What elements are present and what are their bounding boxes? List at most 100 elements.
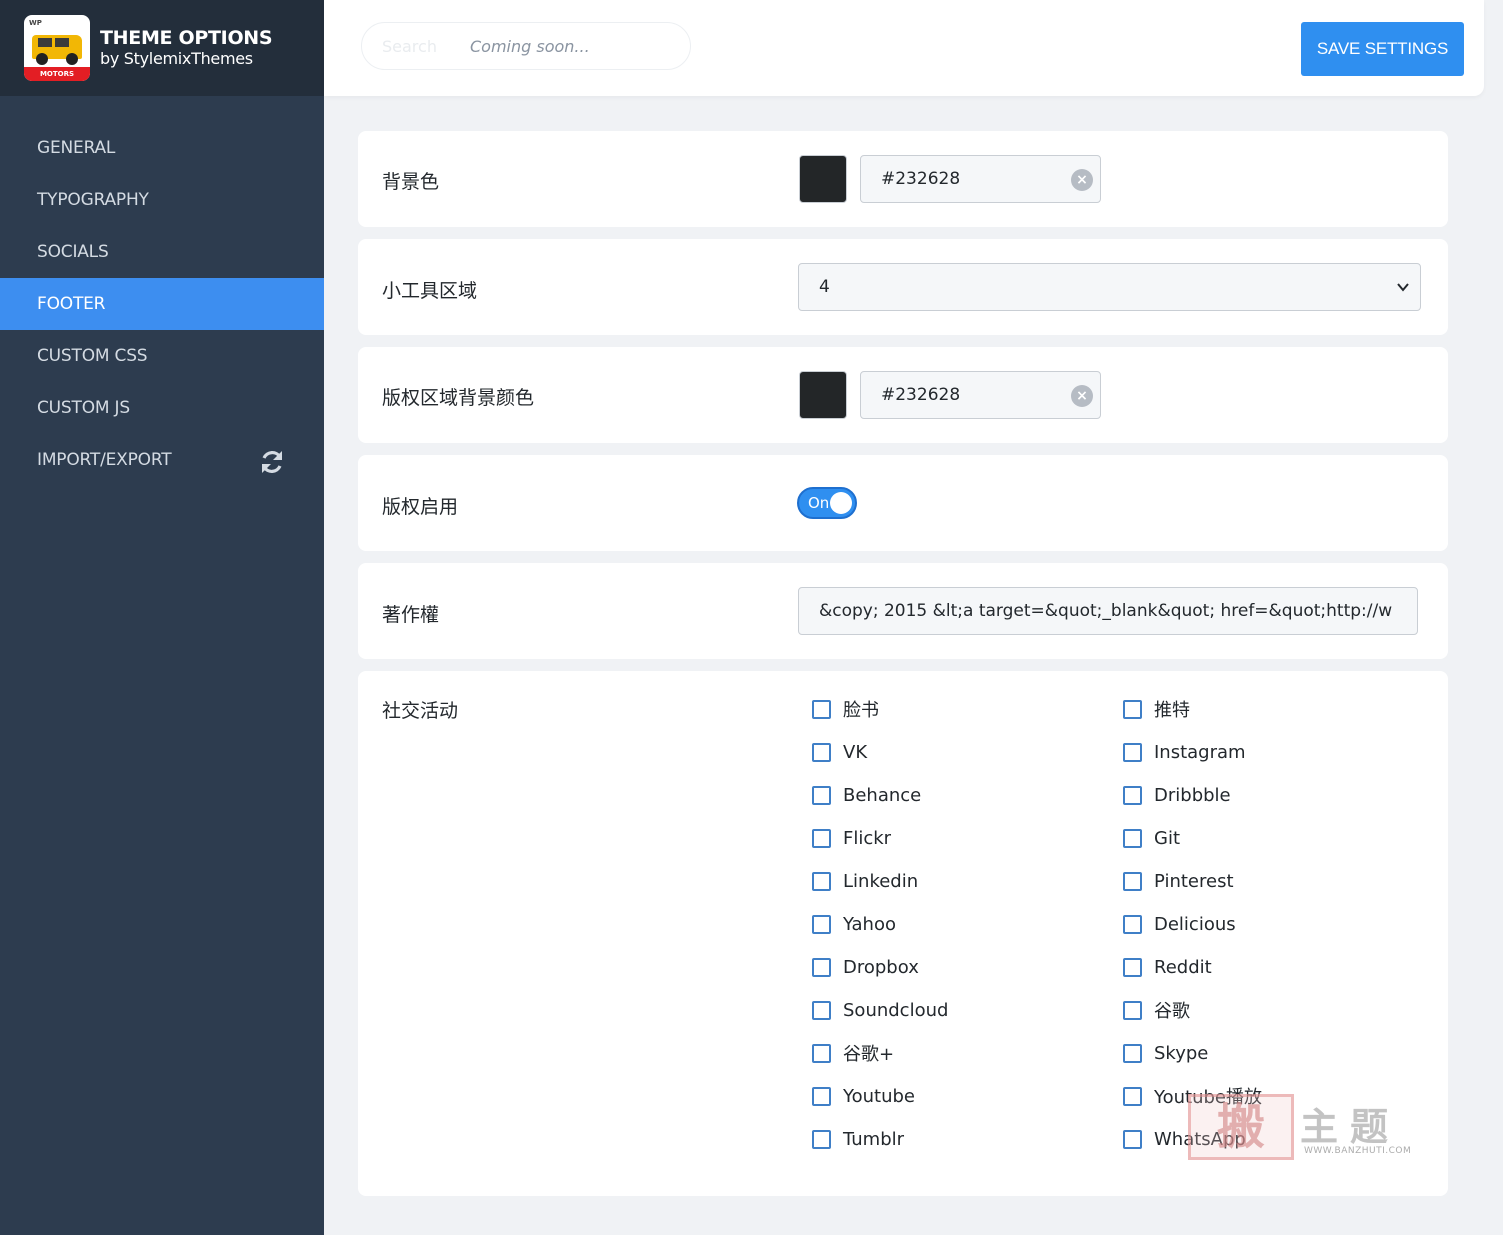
checkbox-label: Yahoo <box>843 913 896 935</box>
checkbox-label: Behance <box>843 784 922 806</box>
field-label: 著作權 <box>382 604 440 626</box>
social-checkbox-instagram[interactable]: Instagram <box>1123 740 1432 764</box>
search-box[interactable]: Coming soon... <box>361 22 691 70</box>
social-checkbox-youtube[interactable]: Youtube <box>812 1084 1123 1108</box>
social-checkbox-yahoo[interactable]: Yahoo <box>812 912 1123 936</box>
color-swatch[interactable] <box>799 371 847 419</box>
field-widget-area: 小工具区域 4 <box>358 239 1448 335</box>
social-checkbox-pinterest[interactable]: Pinterest <box>1123 869 1432 893</box>
social-checkbox-tumblr[interactable]: Tumblr <box>812 1127 1123 1151</box>
checkbox[interactable] <box>1123 785 1142 805</box>
brand-title: THEME OPTIONS <box>100 27 273 49</box>
field-bg-color: 背景色 #232628 × <box>358 131 1448 227</box>
social-checkbox-dropbox[interactable]: Dropbox <box>812 955 1123 979</box>
checkbox[interactable] <box>812 1129 831 1149</box>
social-checkbox-reddit[interactable]: Reddit <box>1123 955 1432 979</box>
social-checkbox-linkedin[interactable]: Linkedin <box>812 869 1123 893</box>
search-input[interactable] <box>382 36 452 56</box>
field-label: 版权启用 <box>382 496 459 518</box>
widget-area-select[interactable]: 4 <box>798 263 1421 311</box>
field-label: 社交活动 <box>382 700 459 722</box>
motors-logo: WP MOTORS <box>24 15 90 81</box>
clear-icon[interactable]: × <box>1071 169 1093 191</box>
checkbox[interactable] <box>1123 828 1142 848</box>
social-checkbox-flickr[interactable]: Flickr <box>812 826 1123 850</box>
checkbox-label: Skype <box>1154 1042 1209 1064</box>
checkbox[interactable] <box>1123 699 1142 719</box>
social-checkbox-delicious[interactable]: Delicious <box>1123 912 1432 936</box>
checkbox[interactable] <box>812 871 831 891</box>
sidebar-item-label: IMPORT/EXPORT <box>37 450 172 470</box>
logo-ribbon: MOTORS <box>24 67 90 81</box>
checkbox[interactable] <box>812 957 831 977</box>
copyright-toggle[interactable]: On <box>797 487 857 519</box>
checkbox[interactable] <box>1123 957 1142 977</box>
checkbox[interactable] <box>812 828 831 848</box>
checkbox[interactable] <box>812 1043 831 1063</box>
watermark-seal: 搬 <box>1188 1094 1294 1160</box>
social-checkbox-facebook[interactable]: 脸书 <box>812 697 1123 721</box>
field-copyright-enable: 版权启用 On <box>358 455 1448 551</box>
checkbox-label: Delicious <box>1154 913 1236 935</box>
brand-subtitle: by StylemixThemes <box>100 49 253 68</box>
sidebar-item-custom-js[interactable]: CUSTOM JS <box>0 382 324 434</box>
clear-icon[interactable]: × <box>1071 385 1093 407</box>
sidebar-item-label: CUSTOM CSS <box>37 346 148 366</box>
checkbox[interactable] <box>1123 871 1142 891</box>
checkbox[interactable] <box>812 1086 831 1106</box>
color-hex-input[interactable]: #232628 × <box>860 371 1101 419</box>
checkbox-label: 谷歌+ <box>843 1044 895 1065</box>
color-swatch[interactable] <box>799 155 847 203</box>
top-header: Coming soon... SAVE SETTINGS <box>324 0 1484 96</box>
checkbox[interactable] <box>1123 1000 1142 1020</box>
social-checkbox-soundcloud[interactable]: Soundcloud <box>812 998 1123 1022</box>
chevron-down-icon <box>1397 283 1409 292</box>
checkbox[interactable] <box>812 742 831 762</box>
sidebar-item-label: GENERAL <box>37 138 116 158</box>
sidebar-item-footer[interactable]: FOOTER <box>0 278 324 330</box>
refresh-icon <box>262 451 282 473</box>
field-copyright-text: 著作權 <box>358 563 1448 659</box>
checkbox[interactable] <box>1123 1043 1142 1063</box>
checkbox-label: 脸书 <box>843 700 879 721</box>
social-checkbox-google[interactable]: 谷歌 <box>1123 998 1432 1022</box>
watermark-url: WWW.BANZHUTI.COM <box>1304 1146 1412 1156</box>
color-hex-input[interactable]: #232628 × <box>860 155 1101 203</box>
checkbox[interactable] <box>1123 1086 1142 1106</box>
search-coming-soon: Coming soon... <box>470 36 590 56</box>
sidebar-item-custom-css[interactable]: CUSTOM CSS <box>0 330 324 382</box>
social-checkbox-git[interactable]: Git <box>1123 826 1432 850</box>
checkbox[interactable] <box>1123 914 1142 934</box>
copyright-text-input[interactable] <box>798 587 1418 635</box>
checkbox-label: Reddit <box>1154 956 1212 978</box>
checkbox-label: Dropbox <box>843 956 919 978</box>
sidebar-item-import-export[interactable]: IMPORT/EXPORT <box>0 434 324 486</box>
save-settings-button[interactable]: SAVE SETTINGS <box>1301 22 1464 76</box>
social-checkbox-google-plus[interactable]: 谷歌+ <box>812 1041 1123 1065</box>
social-checkbox-skype[interactable]: Skype <box>1123 1041 1432 1065</box>
checkbox[interactable] <box>812 914 831 934</box>
social-checkbox-twitter[interactable]: 推特 <box>1123 697 1432 721</box>
checkbox-label: 推特 <box>1154 700 1190 721</box>
sidebar: WP MOTORS THEME OPTIONS by StylemixTheme… <box>0 0 324 1235</box>
sidebar-item-label: SOCIALS <box>37 242 109 262</box>
sidebar-item-label: CUSTOM JS <box>37 398 130 418</box>
sidebar-item-typography[interactable]: TYPOGRAPHY <box>0 174 324 226</box>
checkbox-label: Soundcloud <box>843 999 949 1021</box>
sidebar-item-general[interactable]: GENERAL <box>0 122 324 174</box>
social-checkbox-dribbble[interactable]: Dribbble <box>1123 783 1432 807</box>
field-label: 版权区域背景颜色 <box>382 387 535 409</box>
checkbox[interactable] <box>1123 742 1142 762</box>
social-checkbox-behance[interactable]: Behance <box>812 783 1123 807</box>
toggle-knob <box>830 492 852 514</box>
watermark-text: 主题 <box>1300 1104 1401 1149</box>
sidebar-item-socials[interactable]: SOCIALS <box>0 226 324 278</box>
social-checkbox-vk[interactable]: VK <box>812 740 1123 764</box>
sidebar-item-label: FOOTER <box>37 294 106 314</box>
checkbox-label: Flickr <box>843 827 892 849</box>
checkbox[interactable] <box>812 785 831 805</box>
checkbox-label: Tumblr <box>843 1128 905 1150</box>
checkbox[interactable] <box>812 1000 831 1020</box>
checkbox[interactable] <box>812 699 831 719</box>
checkbox[interactable] <box>1123 1129 1142 1149</box>
